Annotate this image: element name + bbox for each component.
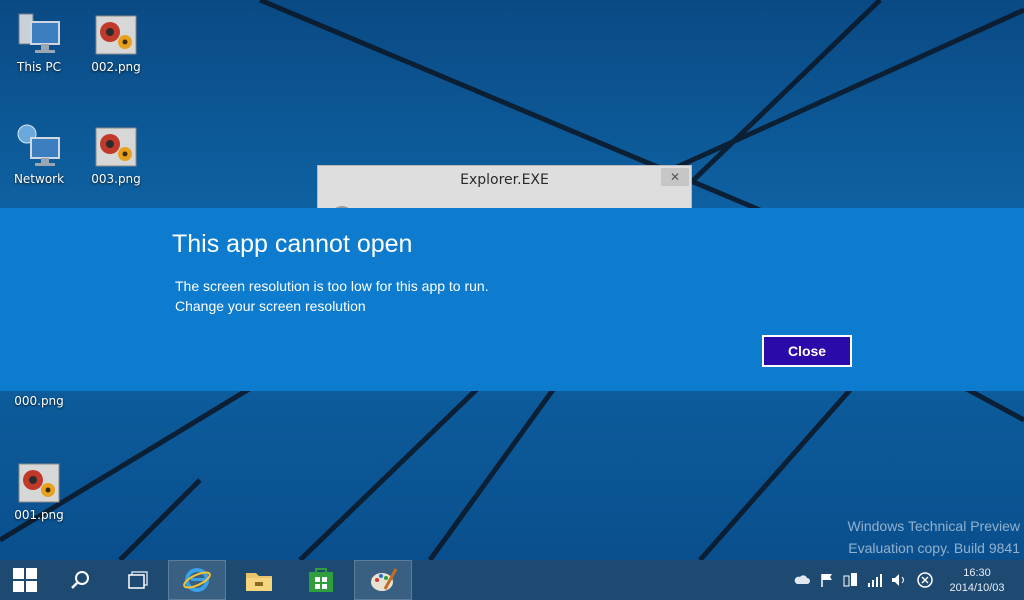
image-icon [18,463,60,503]
taskbar-file-explorer[interactable] [232,560,286,600]
close-circle-icon[interactable] [917,572,933,588]
device-icon[interactable] [843,572,859,588]
desktop-icon-000-png[interactable]: 000.png [3,394,75,408]
onedrive-icon[interactable] [794,572,810,588]
taskbar-store[interactable] [294,560,348,600]
file-explorer-icon [246,573,272,591]
task-view-button[interactable] [116,560,160,600]
volume-icon[interactable] [891,572,907,588]
desktop-icon-label: 001.png [14,508,64,522]
internet-explorer-icon [183,568,211,592]
computer-icon [18,13,60,53]
clock-date: 2014/10/03 [949,582,1005,594]
search-button[interactable] [58,560,102,600]
dialog-message-line1: The screen resolution is too low for thi… [175,278,489,294]
start-icon [13,568,37,592]
image-icon [95,15,137,55]
watermark-line1: Windows Technical Preview [847,518,1020,534]
build-watermark: Windows Technical Preview Evaluation cop… [848,515,1020,559]
desktop-icon-network[interactable]: Network [3,124,75,186]
app-cannot-open-dialog: This app cannot open The screen resoluti… [0,208,1024,391]
search-icon [71,571,89,589]
watermark-line2: Evaluation copy. Build 9841 [848,540,1020,556]
desktop-icon-label: Network [13,172,65,186]
desktop-icon-label: 003.png [91,172,141,186]
store-icon [309,568,333,592]
taskbar-paint[interactable] [354,560,412,600]
dialog-message-line2: Change your screen resolution [175,298,366,314]
clock-time: 16:30 [963,567,991,579]
window-close-button[interactable]: ✕ [661,168,689,186]
dialog-title: This app cannot open [172,230,413,258]
desktop-icon-002-png[interactable]: 002.png [80,12,152,74]
paint-icon [371,568,398,591]
image-icon [95,127,137,167]
desktop-icon-label: 002.png [91,60,141,74]
desktop-icon-003-png[interactable]: 003.png [80,124,152,186]
action-center-flag-icon[interactable] [819,572,835,588]
taskbar-internet-explorer[interactable] [168,560,226,600]
task-view-icon [128,571,148,589]
start-button[interactable] [0,560,50,600]
network-signal-icon[interactable] [867,572,883,588]
taskbar-clock[interactable]: 16:30 2014/10/03 [942,566,1012,596]
dialog-message: The screen resolution is too low for thi… [175,276,489,316]
network-icon [17,124,60,166]
desktop-icon-label: 000.png [14,394,64,408]
close-button[interactable]: Close [762,335,852,367]
window-title: Explorer.EXE [460,172,549,188]
desktop-icon-this-pc[interactable]: This PC [3,12,75,74]
taskbar: 16:30 2014/10/03 [0,560,1024,600]
desktop-icon-label: This PC [17,60,61,74]
desktop-icon-001-png[interactable]: 001.png [3,460,75,522]
